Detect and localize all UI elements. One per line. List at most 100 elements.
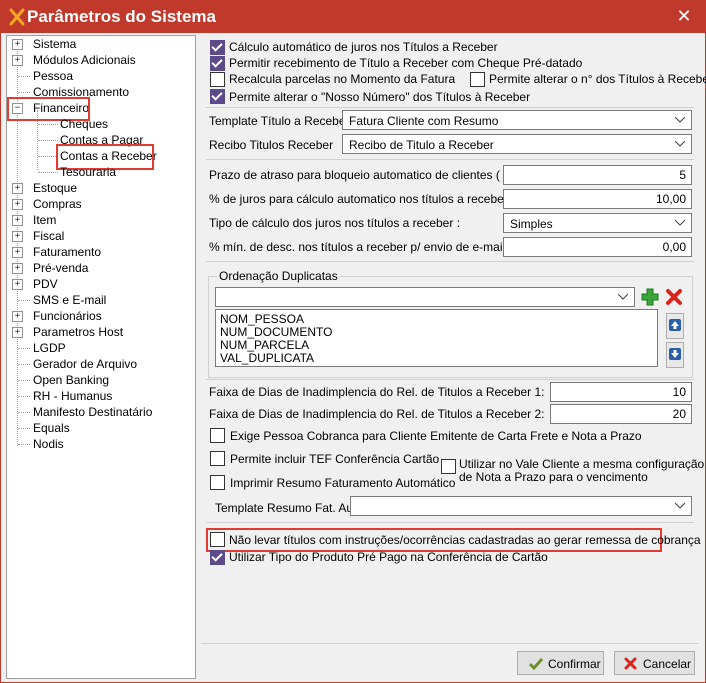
expand-icon[interactable]: + bbox=[12, 39, 23, 50]
nao-levar-label: Não levar títulos com instruções/ocorrên… bbox=[229, 533, 701, 547]
tree-line bbox=[18, 428, 30, 429]
tree-line bbox=[18, 412, 30, 413]
tree-item-gerador-arquivo[interactable]: Gerador de Arquivo bbox=[33, 356, 137, 372]
tree-item-lgdp[interactable]: LGDP bbox=[33, 340, 66, 356]
nosso-numero-checkbox[interactable] bbox=[210, 89, 225, 104]
nao-levar-checkbox[interactable] bbox=[210, 532, 225, 547]
desc-input[interactable]: 0,00 bbox=[503, 237, 692, 257]
tree-item-funcionarios[interactable]: Funcionários bbox=[33, 308, 102, 324]
expand-icon[interactable]: + bbox=[12, 183, 23, 194]
tree-item-pre-venda[interactable]: Pré-venda bbox=[33, 260, 88, 276]
vale-cliente-checkbox[interactable] bbox=[441, 459, 456, 474]
tef-checkbox[interactable] bbox=[210, 451, 225, 466]
tree-item-sistema[interactable]: Sistema bbox=[33, 36, 76, 52]
arrow-down-icon bbox=[669, 348, 681, 360]
add-icon[interactable] bbox=[641, 288, 659, 306]
imprimir-resumo-label: Imprimir Resumo Faturamento Automático bbox=[230, 476, 456, 490]
separator bbox=[206, 159, 694, 160]
tree-line bbox=[38, 140, 58, 141]
cancel-button[interactable]: Cancelar bbox=[614, 651, 695, 675]
arrow-up-icon bbox=[669, 319, 681, 331]
permitir-cheque-checkbox[interactable] bbox=[210, 56, 225, 71]
pre-pago-checkbox[interactable] bbox=[210, 550, 225, 565]
tree-item-compras[interactable]: Compras bbox=[33, 196, 82, 212]
tree-item-fiscal[interactable]: Fiscal bbox=[33, 228, 64, 244]
expand-icon[interactable]: + bbox=[12, 199, 23, 210]
desc-label: % mín. de desc. nos títulos a receber p/… bbox=[209, 240, 512, 254]
template-combo[interactable]: Fatura Cliente com Resumo bbox=[342, 110, 692, 130]
faixa1-input[interactable]: 10 bbox=[550, 382, 692, 402]
expand-icon[interactable]: + bbox=[12, 327, 23, 338]
tree-item-tesouraria[interactable]: Tesouraria bbox=[60, 164, 116, 180]
confirm-button[interactable]: Confirmar bbox=[517, 651, 604, 675]
faixa2-input[interactable]: 20 bbox=[550, 404, 692, 424]
tree-line bbox=[38, 172, 58, 173]
list-item[interactable]: VAL_DUPLICATA bbox=[220, 351, 314, 365]
tree-item-faturamento[interactable]: Faturamento bbox=[33, 244, 101, 260]
prazo-input[interactable]: 5 bbox=[503, 165, 692, 185]
tree-item-cheques[interactable]: Cheques bbox=[60, 116, 108, 132]
tree-item-estoque[interactable]: Estoque bbox=[33, 180, 77, 196]
alterar-numero-checkbox[interactable] bbox=[470, 72, 485, 87]
template-resumo-label: Template Resumo Fat. Aut.: bbox=[215, 501, 364, 515]
juros-input[interactable]: 10,00 bbox=[503, 189, 692, 209]
expand-icon[interactable]: + bbox=[12, 231, 23, 242]
list-item[interactable]: NUM_DOCUMENTO bbox=[220, 325, 332, 339]
tree-item-modulos[interactable]: Módulos Adicionais bbox=[33, 52, 136, 68]
recalcula-checkbox[interactable] bbox=[210, 72, 225, 87]
parameters-window: Parâmetros do Sistema ✕ + Sistema + Módu… bbox=[0, 0, 706, 683]
recibo-combo[interactable]: Recibo de Titulo a Receber bbox=[342, 134, 692, 154]
list-item[interactable]: NUM_PARCELA bbox=[220, 338, 309, 352]
template-value: Fatura Cliente com Resumo bbox=[349, 114, 499, 128]
cancel-label: Cancelar bbox=[643, 657, 692, 671]
expand-icon[interactable]: + bbox=[12, 215, 23, 226]
expand-icon[interactable]: + bbox=[12, 247, 23, 258]
tree-line bbox=[18, 92, 30, 93]
separator bbox=[206, 107, 694, 108]
chevron-down-icon bbox=[618, 293, 628, 300]
imprimir-resumo-checkbox[interactable] bbox=[210, 475, 225, 490]
move-down-button[interactable] bbox=[666, 342, 684, 368]
separator bbox=[206, 261, 694, 262]
tipo-combo[interactable]: Simples bbox=[503, 213, 692, 233]
tree-item-sms-email[interactable]: SMS e E-mail bbox=[33, 292, 106, 308]
ordenacao-title: Ordenação Duplicatas bbox=[217, 269, 340, 283]
cancel-icon bbox=[624, 657, 637, 670]
nosso-numero-label: Permite alterar o "Nosso Número" dos Tít… bbox=[229, 90, 531, 104]
tree-line bbox=[18, 348, 30, 349]
tree-item-parametros-host[interactable]: Parametros Host bbox=[33, 324, 123, 340]
expand-icon[interactable]: + bbox=[12, 55, 23, 66]
expand-icon[interactable]: + bbox=[12, 279, 23, 290]
move-up-button[interactable] bbox=[666, 313, 684, 339]
pre-pago-label: Utilizar Tipo do Produto Pré Pago na Con… bbox=[229, 550, 548, 564]
list-item[interactable]: NOM_PESSOA bbox=[220, 312, 304, 326]
chevron-down-icon bbox=[675, 219, 685, 226]
expand-icon[interactable]: + bbox=[12, 311, 23, 322]
vale-cliente-label-1: Utilizar no Vale Cliente a mesma configu… bbox=[459, 457, 705, 471]
chevron-down-icon bbox=[675, 502, 685, 509]
template-resumo-combo[interactable] bbox=[350, 496, 692, 516]
faixa1-label: Faixa de Dias de Inadimplencia do Rel. d… bbox=[209, 385, 545, 399]
delete-icon[interactable] bbox=[665, 288, 683, 306]
exige-pessoa-checkbox[interactable] bbox=[210, 428, 225, 443]
chevron-down-icon bbox=[675, 140, 685, 147]
app-logo-icon bbox=[9, 8, 25, 26]
tree-item-equals[interactable]: Equals bbox=[33, 420, 70, 436]
expand-icon[interactable]: + bbox=[12, 263, 23, 274]
tree-item-manifesto[interactable]: Manifesto Destinatário bbox=[33, 404, 152, 420]
tree-item-pdv[interactable]: PDV bbox=[33, 276, 58, 292]
recalcula-label: Recalcula parcelas no Momento da Fatura bbox=[229, 72, 456, 86]
tree-item-pessoa[interactable]: Pessoa bbox=[33, 68, 73, 84]
tree-item-item[interactable]: Item bbox=[33, 212, 56, 228]
separator bbox=[206, 522, 694, 523]
tree-item-rh-humanus[interactable]: RH - Humanus bbox=[33, 388, 112, 404]
faixa2-label: Faixa de Dias de Inadimplencia do Rel. d… bbox=[209, 407, 545, 421]
ordenacao-combo[interactable] bbox=[215, 287, 635, 307]
close-icon[interactable]: ✕ bbox=[673, 5, 695, 27]
ordenacao-list[interactable]: NOM_PESSOA NUM_DOCUMENTO NUM_PARCELA VAL… bbox=[215, 309, 658, 367]
calc-juros-checkbox[interactable] bbox=[210, 40, 225, 55]
calc-juros-label: Cálculo automático de juros nos Títulos … bbox=[229, 40, 498, 54]
category-tree[interactable]: + Sistema + Módulos Adicionais Pessoa Co… bbox=[6, 35, 196, 679]
tree-item-nodis[interactable]: Nodis bbox=[33, 436, 64, 452]
tree-item-open-banking[interactable]: Open Banking bbox=[33, 372, 109, 388]
